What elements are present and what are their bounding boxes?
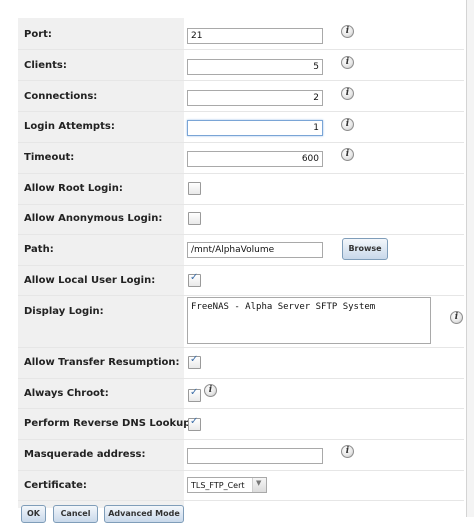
always-chroot-label: Always Chroot: [24,388,109,399]
advanced-mode-button[interactable]: Advanced Mode [104,505,184,523]
info-icon[interactable]: i [341,87,354,100]
row-divider [18,49,464,50]
row-divider [18,265,464,266]
connections-label: Connections: [24,91,98,102]
always-chroot-checkbox[interactable]: ✓ [188,387,201,402]
row-divider [18,408,464,409]
check-icon: ✓ [190,387,199,398]
reverse-dns-label: Perform Reverse DNS Lookups: [24,418,201,429]
row-divider [18,439,464,440]
masquerade-label: Masquerade address: [24,449,146,460]
row-divider [18,173,464,174]
cancel-button[interactable]: Cancel [53,505,98,523]
timeout-input[interactable]: 600 [187,151,323,167]
info-icon[interactable]: i [341,148,354,161]
allow-local-user-login-checkbox[interactable]: ✓ [188,272,201,287]
info-icon[interactable]: i [204,384,217,397]
allow-transfer-resumption-label: Allow Transfer Resumption: [24,357,180,368]
allow-root-login-label: Allow Root Login: [24,183,123,194]
info-icon[interactable]: i [341,118,354,131]
allow-local-user-login-label: Allow Local User Login: [24,275,156,286]
path-label: Path: [24,244,54,255]
row-divider [18,234,464,235]
port-label: Port: [24,29,52,40]
certificate-select[interactable]: TLS_FTP_Cert ▼ [187,477,267,493]
row-divider [18,347,464,348]
row-divider [18,111,464,112]
check-icon: ✓ [190,272,199,283]
row-divider [18,295,464,296]
masquerade-input[interactable] [187,448,323,464]
clients-input[interactable]: 5 [187,59,323,75]
timeout-label: Timeout: [24,152,75,163]
row-divider [18,500,464,501]
allow-transfer-resumption-checkbox[interactable]: ✓ [188,354,201,369]
row-divider [18,378,464,379]
reverse-dns-checkbox[interactable]: ✓ [188,416,201,431]
login-attempts-label: Login Attempts: [24,121,115,132]
row-divider [18,204,464,205]
scroll-edge [467,0,474,517]
chevron-down-icon[interactable]: ▼ [252,478,266,492]
info-icon[interactable]: i [341,25,354,38]
certificate-value: TLS_FTP_Cert [191,481,245,490]
allow-anonymous-login-label: Allow Anonymous Login: [24,213,163,224]
login-attempts-input[interactable]: 1 [187,120,323,136]
info-icon[interactable]: i [341,56,354,69]
certificate-label: Certificate: [24,480,87,491]
info-icon[interactable]: i [341,445,354,458]
connections-input[interactable]: 2 [187,90,323,106]
row-divider [18,142,464,143]
allow-anonymous-login-checkbox[interactable] [188,212,201,225]
browse-button[interactable]: Browse [342,238,388,260]
allow-root-login-checkbox[interactable] [188,182,201,195]
ok-button[interactable]: OK [21,505,46,523]
path-input[interactable]: /mnt/AlphaVolume [187,242,323,258]
check-icon: ✓ [190,354,199,365]
port-input[interactable]: 21 [187,28,323,44]
info-icon[interactable]: i [450,311,463,324]
display-login-label: Display Login: [24,306,104,317]
row-divider [18,80,464,81]
display-login-textarea[interactable]: FreeNAS - Alpha Server SFTP System [187,297,431,344]
clients-label: Clients: [24,60,67,71]
row-divider [18,470,464,471]
check-icon: ✓ [190,416,199,427]
